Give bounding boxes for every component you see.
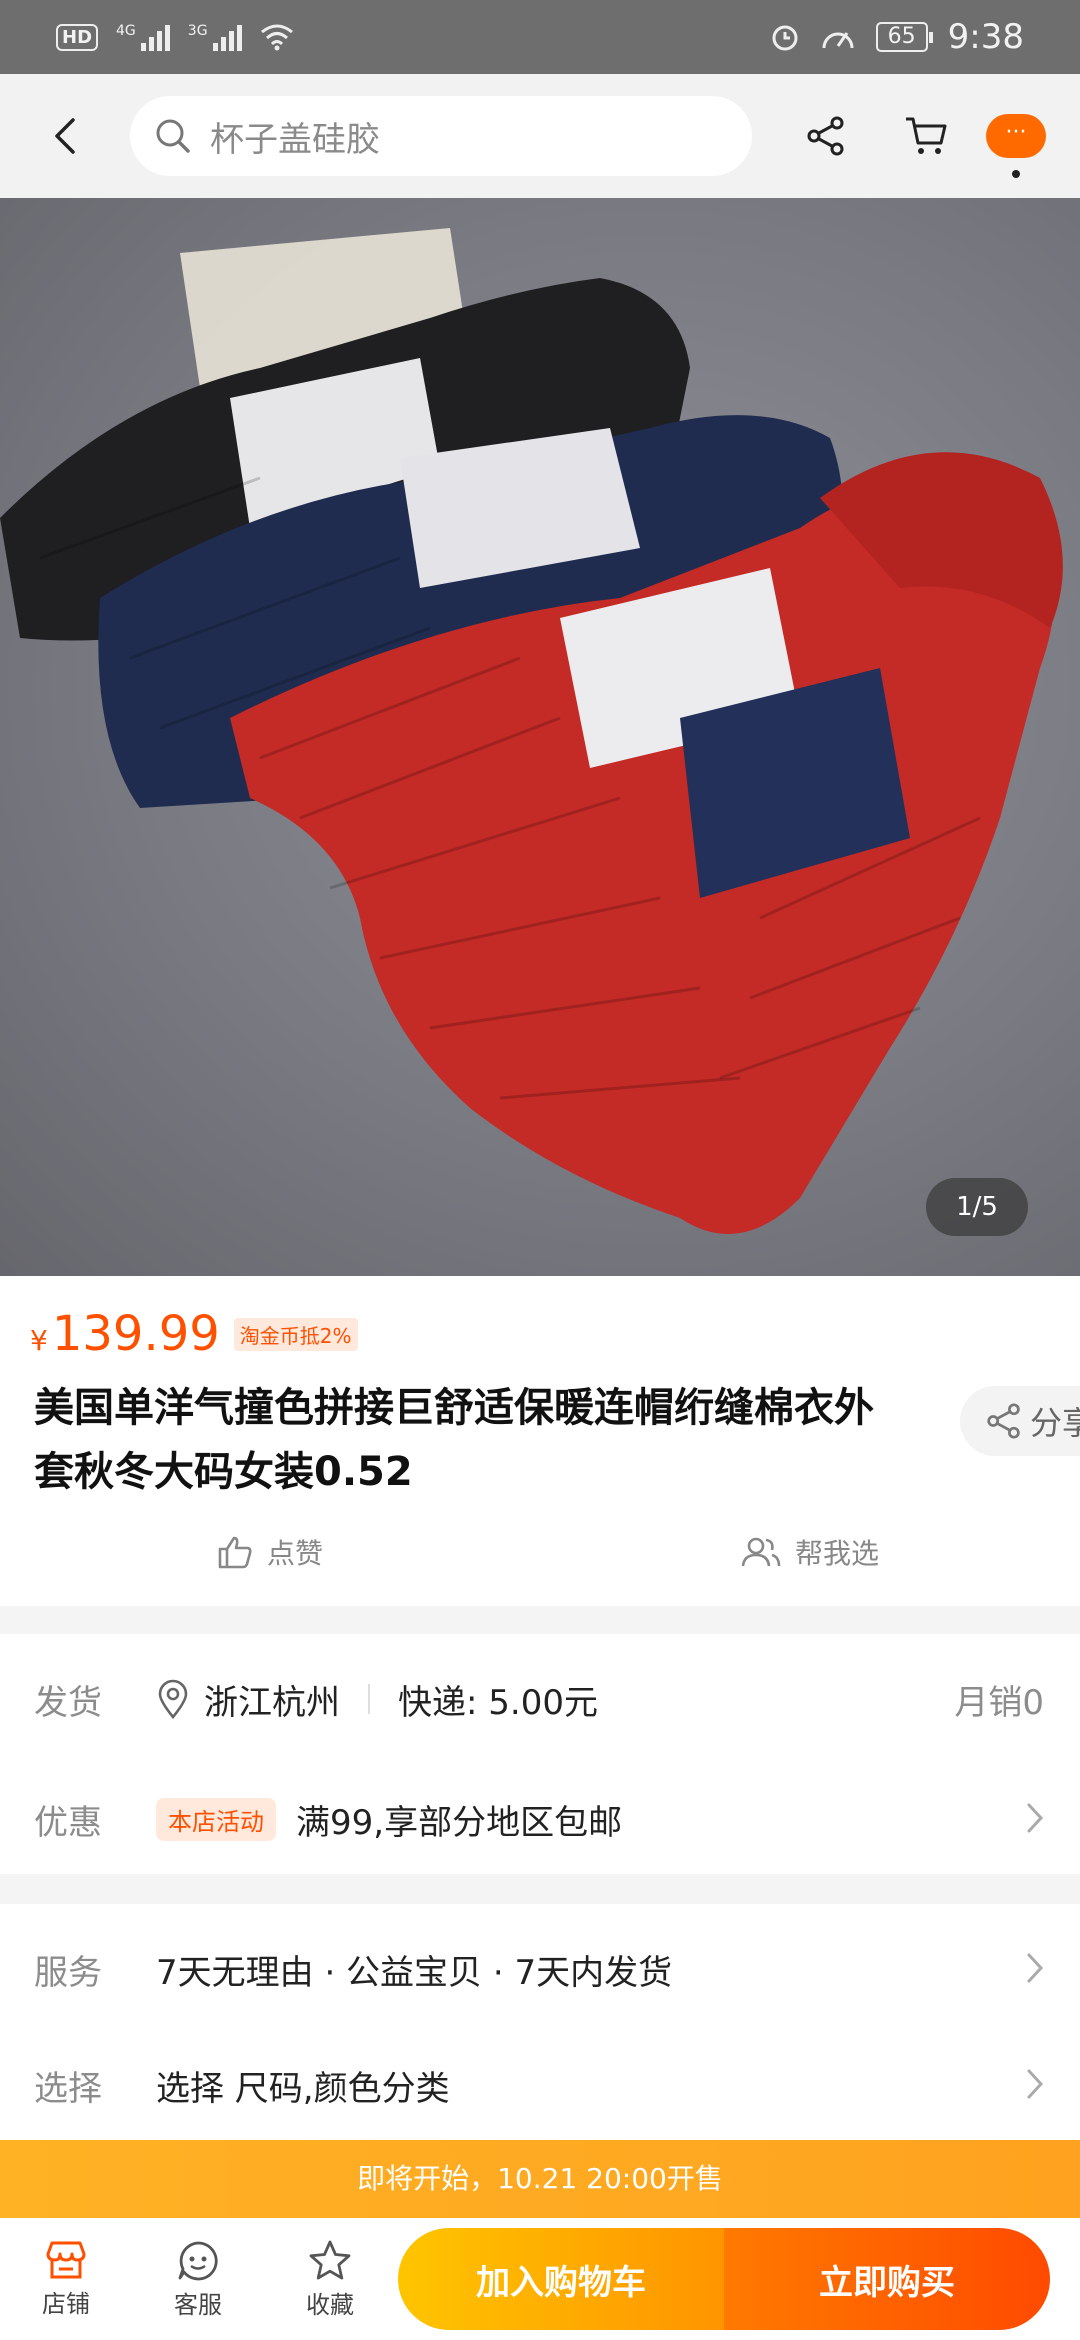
nav-icons: ··· (776, 86, 1046, 186)
share-pill-button[interactable]: 分享 (960, 1386, 1080, 1456)
select-text: 选择 尺码,颜色分类 (156, 2068, 450, 2109)
favorite-label: 收藏 (306, 2290, 354, 2319)
presale-banner: 即将开始，10.21 20:00开售 (0, 2140, 1080, 2218)
cart-button[interactable] (876, 86, 976, 186)
promo-text: 满99,享部分地区包邮 (296, 1802, 623, 1843)
search-bar[interactable]: 杯子盖硅胶 (130, 96, 752, 176)
thumbs-up-icon (218, 1536, 252, 1569)
price-row: ¥ 139.99 淘金币抵2% (30, 1306, 358, 1362)
chevron-left-icon (55, 118, 75, 154)
signal-icon-sim1: 4G (116, 23, 170, 51)
battery-indicator: 65 (875, 22, 933, 52)
express-fee: 快递: 5.00元 (398, 1682, 598, 1723)
clock: 9:38 (947, 17, 1024, 57)
star-icon (309, 2240, 351, 2279)
help-choose-button[interactable]: 帮我选 (540, 1516, 1080, 1588)
buy-now-button[interactable]: 立即购买 (724, 2228, 1050, 2330)
shipping-promo-card: 发货 浙江杭州 快递: 5.00元 月销0 优惠 本店活动 满99,享部分地区包… (0, 1634, 1080, 1874)
customer-service-tab[interactable]: 客服 (132, 2239, 264, 2320)
chevron-right-icon (1027, 2069, 1044, 2099)
product-title: 美国单洋气撞色拼接巨舒适保暖连帽绗缝棉衣外套秋冬大码女装0.52 (34, 1385, 874, 1495)
back-button[interactable] (0, 74, 130, 198)
store-icon (46, 2241, 86, 2278)
ship-from-location: 浙江杭州 (204, 1682, 340, 1723)
service-text: 7天无理由 · 公益宝贝 · 7天内发货 (156, 1952, 673, 1993)
select-label: 选择 (34, 2068, 102, 2109)
status-left: HD 4G 3G (56, 23, 294, 51)
search-placeholder: 杯子盖硅胶 (210, 119, 380, 160)
chat-face-icon (178, 2241, 218, 2280)
share-icon (807, 116, 844, 156)
store-promo-tag: 本店活动 (156, 1797, 276, 1841)
like-label: 点赞 (266, 1537, 323, 1570)
help-choose-label: 帮我选 (794, 1537, 879, 1570)
promo-row[interactable]: 优惠 本店活动 满99,享部分地区包邮 (0, 1764, 1080, 1874)
customer-service-label: 客服 (174, 2290, 222, 2319)
monthly-sales: 月销0 (954, 1682, 1044, 1723)
promo-label: 优惠 (34, 1802, 102, 1843)
add-to-cart-button[interactable]: 加入购物车 (398, 2228, 724, 2330)
status-right: 65 9:38 (770, 17, 1024, 57)
product-info: ¥ 139.99 淘金币抵2% 美国单洋气撞色拼接巨舒适保暖连帽绗缝棉衣外套秋冬… (0, 1276, 1080, 1606)
social-actions: 点赞 帮我选 (0, 1516, 1080, 1588)
service-label: 服务 (34, 1952, 102, 1993)
favorite-tab[interactable]: 收藏 (264, 2239, 396, 2320)
store-tab[interactable]: 店铺 (0, 2240, 132, 2319)
share-icon (987, 1403, 1020, 1439)
alarm-icon (772, 25, 798, 51)
shipping-label: 发货 (34, 1682, 102, 1723)
shipping-row: 发货 浙江杭州 快递: 5.00元 月销0 (0, 1644, 1080, 1754)
wifi-icon (260, 24, 293, 51)
like-button[interactable]: 点赞 (0, 1516, 540, 1588)
signal-icon-sim2: 3G (188, 23, 242, 51)
currency-symbol: ¥ (30, 1324, 48, 1357)
product-photo (0, 228, 1063, 1234)
hd-indicator: HD (56, 23, 99, 51)
store-label: 店铺 (42, 2289, 90, 2318)
status-bar: HD 4G 3G 65 9:38 (0, 0, 1080, 74)
image-counter: 1/5 (926, 1178, 1028, 1236)
bottom-action-bar: 店铺 客服 收藏 加入购物车 立即购买 (0, 2218, 1080, 2340)
location-pin-icon (158, 1679, 188, 1719)
chevron-right-icon (1027, 1803, 1044, 1833)
more-menu-button[interactable]: ··· (986, 114, 1046, 178)
people-icon (741, 1537, 781, 1567)
divider (368, 1684, 370, 1714)
product-image[interactable]: 1/5 (0, 198, 1080, 1276)
search-icon (156, 119, 190, 153)
select-row[interactable]: 选择 选择 尺码,颜色分类 (0, 2030, 1080, 2140)
cart-icon (906, 117, 947, 154)
speed-icon (822, 32, 854, 49)
share-label: 分享 (1030, 1404, 1080, 1442)
service-select-card: 服务 7天无理由 · 公益宝贝 · 7天内发货 选择 选择 尺码,颜色分类 (0, 1904, 1080, 2140)
chevron-right-icon (1027, 1953, 1044, 1983)
price: 139.99 (51, 1306, 220, 1362)
coin-discount-tag: 淘金币抵2% (233, 1317, 358, 1351)
share-button[interactable] (776, 86, 876, 186)
service-row[interactable]: 服务 7天无理由 · 公益宝贝 · 7天内发货 (0, 1914, 1080, 2024)
top-nav: 杯子盖硅胶 ··· (0, 74, 1080, 198)
